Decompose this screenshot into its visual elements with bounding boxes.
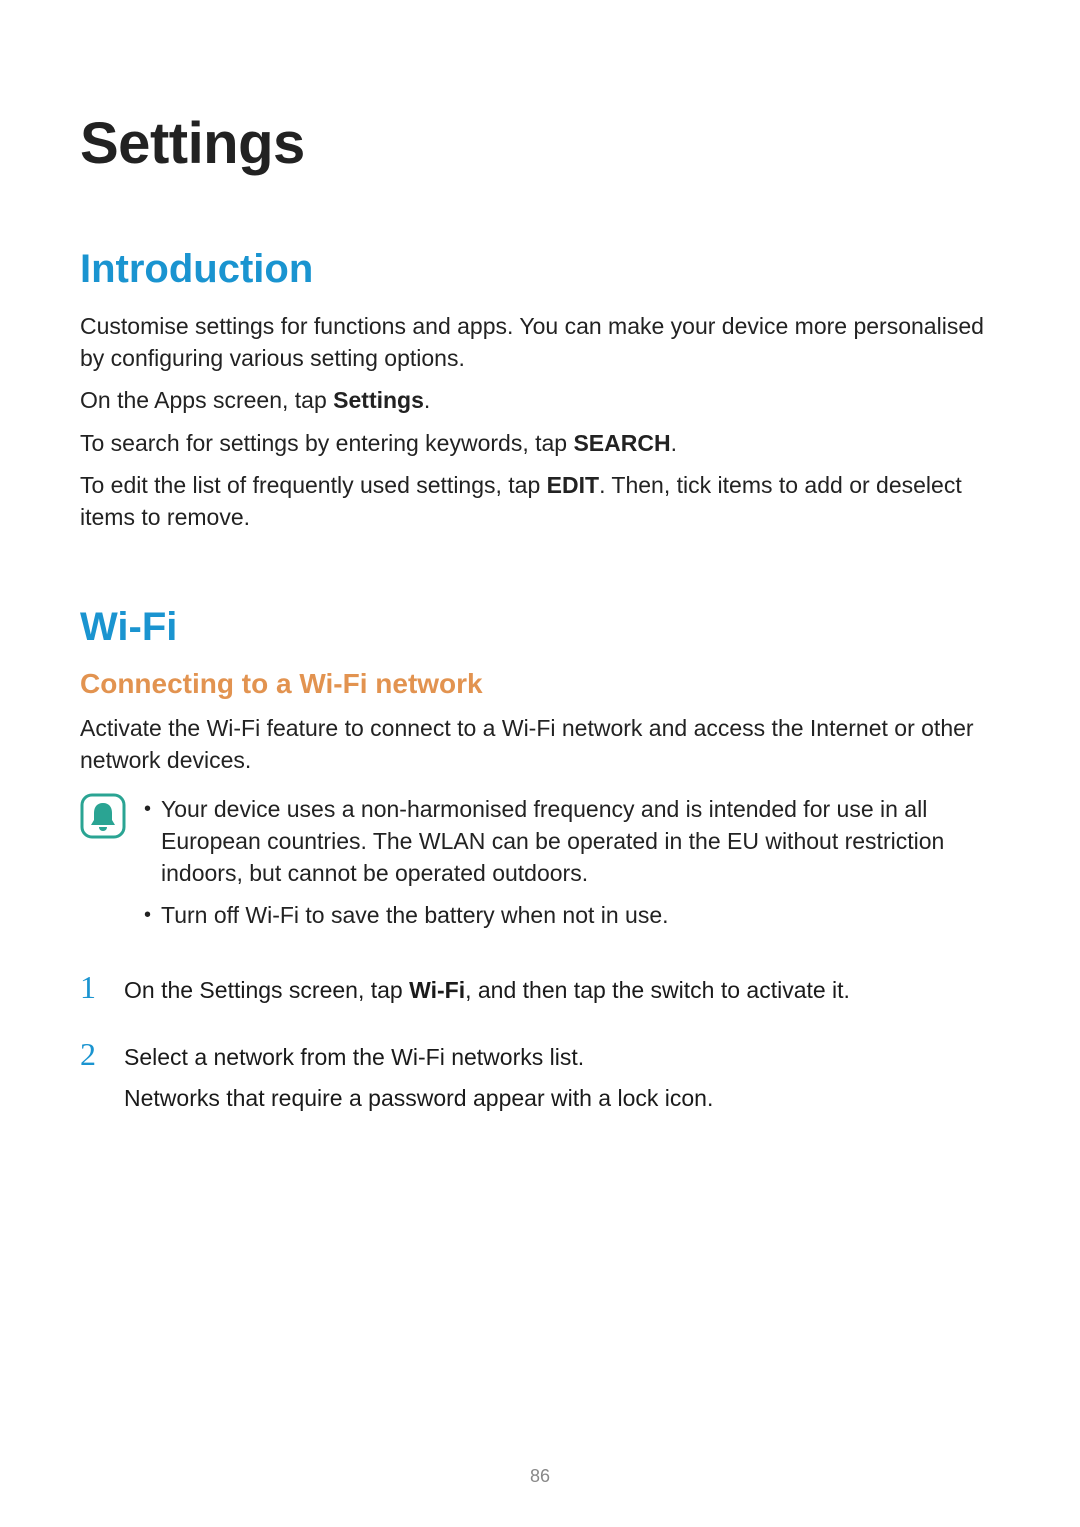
intro-paragraph-3: To search for settings by entering keywo… (80, 427, 1000, 459)
step-number: 1 (80, 971, 108, 1003)
section-heading-wifi: Wi-Fi (80, 605, 1000, 650)
intro-paragraph-1: Customise settings for functions and app… (80, 310, 1000, 374)
intro-paragraph-4: To edit the list of frequently used sett… (80, 469, 1000, 533)
step-text-extra: Networks that require a password appear … (124, 1082, 1000, 1115)
note-bullet: • Your device uses a non-harmonised freq… (144, 793, 1000, 890)
bold-search: SEARCH (573, 430, 670, 456)
text-segment: . (671, 430, 677, 456)
page-number: 86 (0, 1466, 1080, 1487)
steps-list: 1 On the Settings screen, tap Wi-Fi, and… (80, 971, 1000, 1123)
bold-settings: Settings (333, 387, 424, 413)
step-2: 2 Select a network from the Wi-Fi networ… (80, 1038, 1000, 1124)
bold-edit: EDIT (547, 472, 599, 498)
text-segment: . (424, 387, 430, 413)
bold-wifi: Wi-Fi (409, 977, 465, 1003)
step-text: Select a network from the Wi-Fi networks… (124, 1041, 1000, 1074)
document-page: Settings Introduction Customise settings… (0, 0, 1080, 1527)
subsection-heading-connecting: Connecting to a Wi-Fi network (80, 668, 1000, 700)
step-number: 2 (80, 1038, 108, 1070)
step-text: On the Settings screen, tap Wi-Fi, and t… (124, 974, 1000, 1007)
step-body: On the Settings screen, tap Wi-Fi, and t… (124, 974, 1000, 1015)
bullet-dot: • (144, 793, 151, 890)
note-bullet-text: Turn off Wi-Fi to save the battery when … (161, 899, 669, 931)
intro-paragraph-2: On the Apps screen, tap Settings. (80, 384, 1000, 416)
text-segment: To search for settings by entering keywo… (80, 430, 573, 456)
bell-outline-icon (80, 793, 126, 839)
note-bullet-text: Your device uses a non-harmonised freque… (161, 793, 1000, 890)
text-segment: On the Apps screen, tap (80, 387, 333, 413)
text-segment: On the Settings screen, tap (124, 977, 409, 1003)
text-segment: , and then tap the switch to activate it… (465, 977, 850, 1003)
text-segment: To edit the list of frequently used sett… (80, 472, 547, 498)
bullet-dot: • (144, 899, 151, 931)
note-bullet: • Turn off Wi-Fi to save the battery whe… (144, 899, 1000, 931)
wifi-paragraph-1: Activate the Wi-Fi feature to connect to… (80, 712, 1000, 776)
page-title: Settings (80, 110, 1000, 177)
note-callout: • Your device uses a non-harmonised freq… (80, 793, 1000, 942)
step-body: Select a network from the Wi-Fi networks… (124, 1041, 1000, 1124)
section-heading-introduction: Introduction (80, 247, 1000, 292)
note-bullet-list: • Your device uses a non-harmonised freq… (144, 793, 1000, 942)
step-1: 1 On the Settings screen, tap Wi-Fi, and… (80, 971, 1000, 1015)
